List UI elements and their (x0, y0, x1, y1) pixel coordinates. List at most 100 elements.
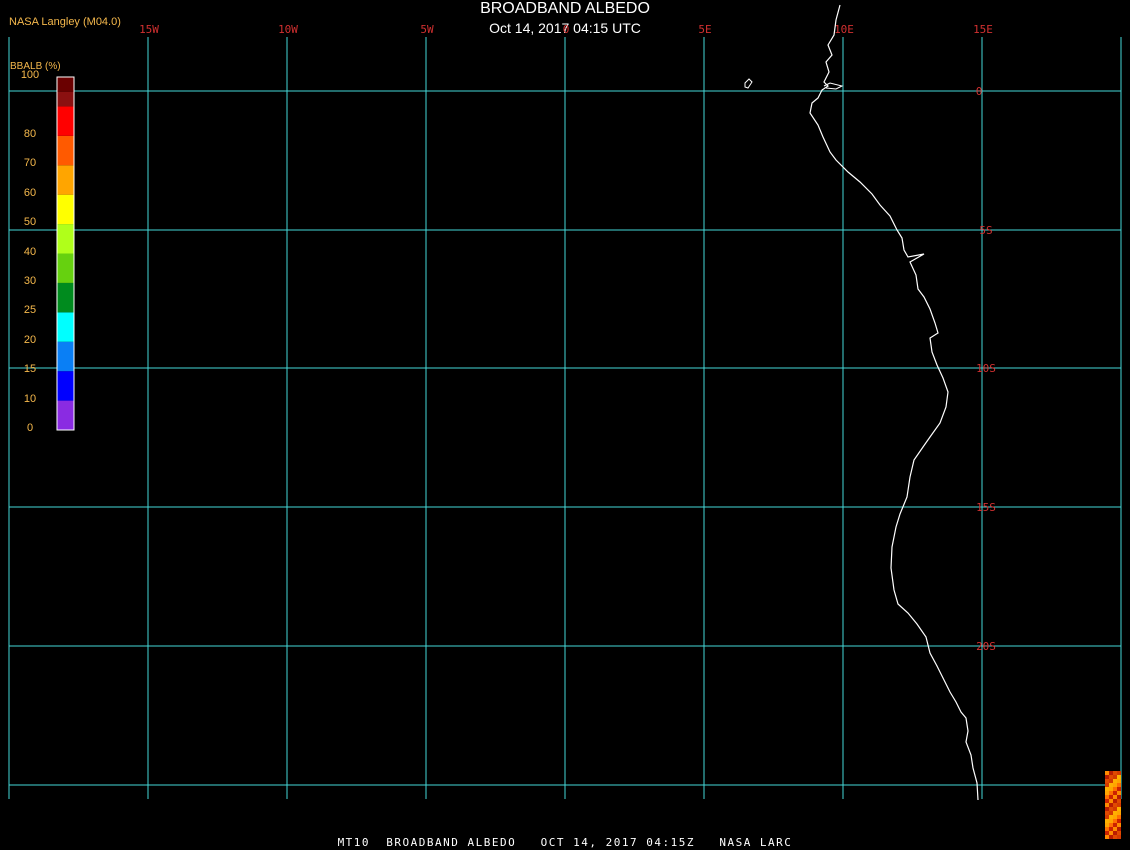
strip-cell (1109, 791, 1113, 795)
colorbar-segment-5 (57, 253, 74, 283)
strip-cell (1113, 799, 1117, 803)
colorbar-tick-10: 80 (23, 127, 37, 140)
lon-label-1: 10W (278, 23, 298, 36)
lon-label-2: 5W (420, 23, 434, 36)
strip-cell (1117, 815, 1121, 819)
strip-cell (1113, 775, 1117, 779)
strip-cell (1113, 779, 1117, 783)
strip-cell (1113, 815, 1117, 819)
strip-cell (1117, 831, 1121, 835)
strip-cell (1109, 775, 1113, 779)
strip-cell (1113, 831, 1117, 835)
strip-cell (1105, 783, 1109, 787)
strip-cell (1113, 803, 1117, 807)
strip-cell (1117, 827, 1121, 831)
strip-cell (1117, 799, 1121, 803)
strip-cell (1105, 799, 1109, 803)
colorbar-tick-8: 60 (23, 186, 37, 199)
strip-cell (1109, 831, 1113, 835)
colorbar-tick-5: 30 (23, 274, 37, 287)
colorbar-segment-10 (57, 106, 74, 136)
strip-cell (1113, 787, 1117, 791)
colorbar-tick-3: 20 (23, 333, 37, 346)
strip-cell (1117, 771, 1121, 775)
strip-cell (1109, 795, 1113, 799)
corner-data-strip (1105, 771, 1121, 839)
strip-cell (1105, 831, 1109, 835)
strip-cell (1105, 787, 1109, 791)
lon-label-0: 15W (139, 23, 159, 36)
strip-cell (1109, 783, 1113, 787)
strip-cell (1105, 803, 1109, 807)
lat-label-2: 10S (976, 362, 996, 375)
strip-cell (1109, 807, 1113, 811)
lon-label-5: 10E (834, 23, 854, 36)
strip-cell (1117, 823, 1121, 827)
strip-cell (1113, 807, 1117, 811)
latitude-labels: 0 5S 10S 15S 20S (976, 85, 996, 653)
strip-cell (1117, 819, 1121, 823)
colorbar-segment-0 (57, 400, 74, 430)
colorbar-segment-1 (57, 371, 74, 401)
colorbar-tick-9: 70 (23, 157, 37, 170)
strip-cell (1105, 779, 1109, 783)
strip-cell (1113, 783, 1117, 787)
africa-coastline (809, 4, 979, 801)
strip-cell (1109, 779, 1113, 783)
strip-cell (1113, 771, 1117, 775)
colorbar-segment-3 (57, 312, 74, 342)
lat-label-3: 15S (976, 501, 996, 514)
colorbar-segment-8 (57, 165, 74, 195)
footer-caption: MT10 BROADBAND ALBEDO OCT 14, 2017 04:15… (337, 836, 793, 849)
strip-cell (1113, 791, 1117, 795)
strip-cell (1117, 807, 1121, 811)
strip-cell (1109, 819, 1113, 823)
strip-cell (1117, 791, 1121, 795)
colorbar (56, 76, 75, 431)
island-outline (744, 78, 753, 89)
lon-label-3: 0 (563, 23, 570, 36)
strip-cell (1105, 811, 1109, 815)
map-canvas: 15W 10W 5W 0 5E 10E 15E 0 5S 10S 15S 20S (8, 4, 1122, 839)
colorbar-segment-9 (57, 135, 74, 166)
lon-label-6: 15E (973, 23, 993, 36)
strip-cell (1105, 823, 1109, 827)
strip-cell (1109, 771, 1113, 775)
colorbar-segment-7 (57, 194, 74, 225)
colorbar-tick-7: 50 (23, 216, 37, 229)
colorbar-tick-6: 40 (23, 245, 37, 258)
strip-cell (1109, 827, 1113, 831)
strip-cell (1117, 803, 1121, 807)
strip-cell (1113, 795, 1117, 799)
colorbar-segment-11 (57, 91, 74, 107)
strip-cell (1117, 787, 1121, 791)
strip-cell (1117, 779, 1121, 783)
colorbar-segment-12 (57, 77, 74, 92)
colorbar-segment-6 (57, 224, 74, 254)
strip-cell (1109, 811, 1113, 815)
strip-cell (1117, 811, 1121, 815)
strip-cell (1105, 791, 1109, 795)
colorbar-tick-4: 25 (23, 304, 37, 317)
strip-cell (1105, 775, 1109, 779)
strip-cell (1117, 775, 1121, 779)
strip-cell (1109, 823, 1113, 827)
colorbar-tick-0: 0 (26, 422, 34, 434)
colorbar-tick-2: 15 (23, 363, 37, 376)
strip-cell (1109, 803, 1113, 807)
longitude-labels: 15W 10W 5W 0 5E 10E 15E (139, 23, 993, 36)
lon-label-4: 5E (698, 23, 711, 36)
lat-lon-grid (8, 37, 1122, 799)
strip-cell (1109, 815, 1113, 819)
strip-cell (1109, 787, 1113, 791)
strip-cell (1117, 795, 1121, 799)
strip-cell (1117, 783, 1121, 787)
colorbar-segment-2 (57, 341, 74, 372)
strip-cell (1105, 819, 1109, 823)
strip-cell (1113, 811, 1117, 815)
lat-label-0: 0 (976, 85, 983, 98)
strip-cell (1105, 815, 1109, 819)
lat-label-1: 5S (979, 224, 992, 237)
colorbar-tick-11: 100 (20, 69, 40, 81)
strip-cell (1105, 807, 1109, 811)
